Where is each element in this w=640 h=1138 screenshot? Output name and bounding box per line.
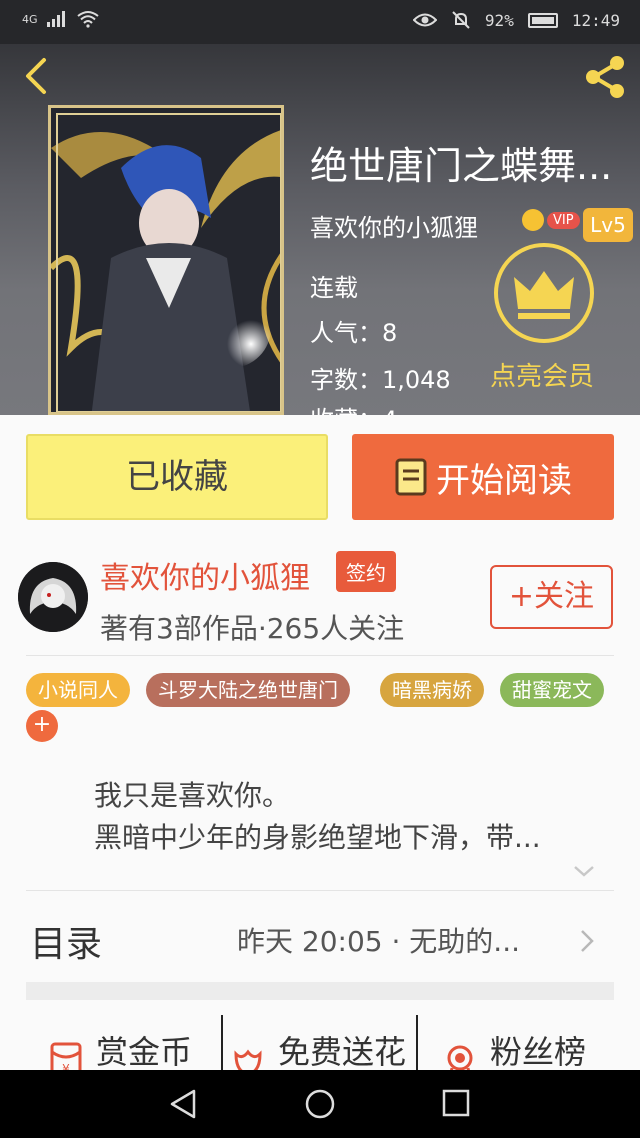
author-stats: 著有3部作品·265人关注 xyxy=(100,612,405,645)
chevron-down-icon[interactable] xyxy=(572,863,596,879)
author-avatar[interactable] xyxy=(18,562,88,632)
author-name[interactable]: 喜欢你的小狐狸 xyxy=(100,553,310,597)
member-label[interactable]: 点亮会员 xyxy=(490,356,594,393)
start-reading-label: 开始阅读 xyxy=(436,460,572,501)
signed-badge: 签约 xyxy=(336,551,396,592)
flower-icon xyxy=(234,1049,262,1070)
back-arrow-icon[interactable] xyxy=(14,54,58,98)
battery-icon xyxy=(527,12,558,28)
red-envelope-icon: ¥ xyxy=(50,1042,82,1070)
chevron-right-icon[interactable] xyxy=(578,927,596,955)
avatar-image xyxy=(18,562,88,632)
member-button[interactable] xyxy=(494,243,594,343)
book-detail-body: 已收藏 开始阅读 喜欢你的小狐狸 签约 著有3部作品·265人关注 +关注 小说… xyxy=(0,415,640,1070)
system-nav-bar xyxy=(0,1070,640,1138)
fan-ranking-button[interactable]: 粉丝榜 xyxy=(440,1020,586,1070)
tag-item[interactable]: 暗黑病娇 xyxy=(380,673,484,707)
flower-label: 免费送花 xyxy=(278,1033,407,1070)
signal-icon xyxy=(46,11,65,27)
favorite-count: 收藏：4 xyxy=(310,400,397,415)
network-indicator: 4G xyxy=(22,12,38,26)
synopsis-line: 黑暗中少年的身影绝望地下滑，带... xyxy=(94,821,541,854)
cover-artwork xyxy=(51,108,281,412)
nav-recent-apps-icon[interactable] xyxy=(442,1089,470,1117)
share-icon[interactable] xyxy=(580,52,630,102)
medal-icon xyxy=(447,1045,473,1070)
latest-chapter[interactable]: 昨天 20:05 · 无助的... xyxy=(237,920,557,960)
reward-label: 赏金币 xyxy=(96,1033,193,1070)
crown-icon xyxy=(514,271,574,319)
divider xyxy=(26,890,614,891)
synopsis[interactable]: 我只是喜欢你。 黑暗中少年的身影绝望地下滑，带... xyxy=(94,775,604,859)
section-separator xyxy=(26,982,614,1000)
vip-label: VIP xyxy=(547,211,580,229)
book-cover[interactable] xyxy=(48,105,284,415)
nav-back-icon[interactable] xyxy=(168,1088,198,1120)
vip-badge: VIP xyxy=(522,208,580,232)
tag-item[interactable]: 斗罗大陆之绝世唐门 xyxy=(146,673,350,707)
eye-icon xyxy=(412,13,437,27)
fans-label: 粉丝榜 xyxy=(490,1033,587,1070)
wifi-icon xyxy=(76,11,99,28)
svg-text:¥: ¥ xyxy=(62,1062,70,1070)
tag-item[interactable]: 小说同人 xyxy=(26,673,130,707)
popularity: 人气：8 xyxy=(310,319,398,347)
favorited-button[interactable]: 已收藏 xyxy=(26,434,328,520)
send-flower-button[interactable]: 免费送花 xyxy=(228,1020,406,1070)
reward-coins-button[interactable]: ¥ 赏金币 xyxy=(46,1020,192,1070)
header-author[interactable]: 喜欢你的小狐狸 xyxy=(310,208,478,243)
clock: 12:49 xyxy=(571,10,620,30)
book-icon xyxy=(395,458,427,496)
nav-home-icon[interactable] xyxy=(304,1088,336,1120)
add-tag-button[interactable]: + xyxy=(26,710,58,742)
divider xyxy=(221,1015,223,1070)
tag-item[interactable]: 甜蜜宠文 xyxy=(500,673,604,707)
book-title: 绝世唐门之蝶舞... xyxy=(310,144,613,188)
status-bar: 4G 92% 12:49 xyxy=(0,0,640,44)
divider xyxy=(416,1015,418,1070)
toc-label[interactable]: 目录 xyxy=(30,915,102,967)
synopsis-line: 我只是喜欢你。 xyxy=(94,779,291,812)
follow-button[interactable]: +关注 xyxy=(490,565,613,629)
word-count: 字数：1,048 xyxy=(310,366,451,394)
battery-percent: 92% xyxy=(484,10,514,30)
divider xyxy=(26,655,614,656)
level-badge: Lv5 xyxy=(583,208,633,242)
mute-bell-icon xyxy=(452,11,470,29)
book-header: 4G 92% 12:49 绝世唐门之蝶舞... 喜欢你的小狐狸 VIP Lv5 … xyxy=(0,0,640,415)
serial-status: 连载 xyxy=(310,274,358,302)
start-reading-button[interactable]: 开始阅读 xyxy=(352,434,614,520)
crown-icon xyxy=(522,209,544,231)
